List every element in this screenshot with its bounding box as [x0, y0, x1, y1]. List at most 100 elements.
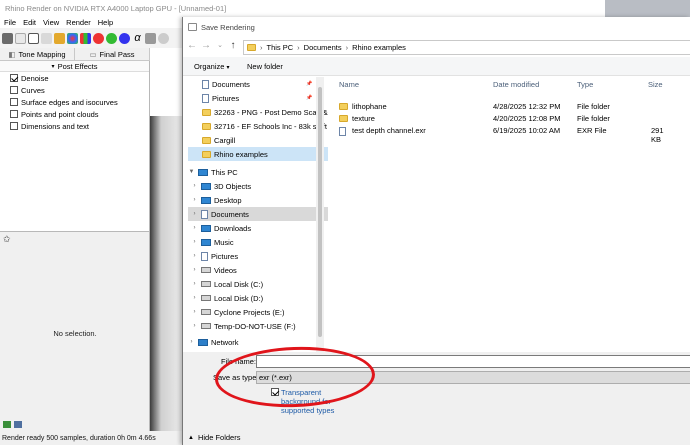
sphere-icon[interactable] — [158, 32, 169, 44]
quick-access-item[interactable]: Cargill — [188, 133, 328, 147]
this-pc-item[interactable]: › Downloads — [188, 221, 328, 235]
new-folder-button[interactable]: New folder — [247, 62, 283, 71]
post-effect-checkbox[interactable] — [10, 74, 18, 82]
this-pc-item[interactable]: › Cyclone Projects (E:) — [188, 305, 328, 319]
screen: Rhino Render on NVIDIA RTX A4000 Laptop … — [0, 0, 690, 445]
column-date-modified[interactable]: Date modified — [493, 80, 539, 89]
tab-label: Tone Mapping — [18, 49, 66, 59]
quick-access-item[interactable]: 32716 - EF Schools Inc - 83k sq ft — [188, 119, 328, 133]
rgb-channels-icon[interactable] — [67, 32, 78, 44]
copy-icon[interactable] — [15, 32, 26, 44]
color-channels-icon[interactable] — [80, 32, 91, 44]
post-effect-label: Denoise — [21, 73, 49, 83]
address-breadcrumb[interactable]: › This PC › Documents › Rhino examples — [243, 40, 690, 55]
green-channel-icon[interactable] — [106, 32, 117, 44]
add-effect-icon[interactable] — [3, 421, 11, 428]
rhino-status-bar: Render ready 500 samples, duration 0h 0m… — [0, 431, 182, 445]
file-row[interactable]: texture 4/20/2025 12:08 PM File folder — [333, 113, 690, 125]
this-pc-item[interactable]: › 3D Objects — [188, 179, 328, 193]
post-effect-item[interactable]: Surface edges and isocurves — [0, 96, 149, 108]
pin-star-icon[interactable]: ✩ — [3, 234, 11, 245]
breadcrumb-rhino-examples[interactable]: Rhino examples — [352, 43, 406, 52]
post-effect-item[interactable]: Dimensions and text — [0, 120, 149, 132]
nav-label: Desktop — [214, 195, 242, 205]
chevron-right-icon[interactable]: › — [191, 295, 198, 301]
recent-dropdown-icon[interactable]: ⌄ — [214, 41, 226, 49]
alpha-channel-icon[interactable]: α — [132, 32, 143, 44]
forward-arrow-icon[interactable]: → — [200, 40, 212, 51]
chevron-right-icon[interactable]: › — [191, 253, 198, 259]
file-row[interactable]: lithophane 4/28/2025 12:32 PM File folder — [333, 101, 690, 113]
chevron-right-icon[interactable]: › — [191, 197, 198, 203]
pin-icon[interactable]: 📌 — [306, 95, 312, 101]
post-effect-item[interactable]: Denoise — [0, 72, 149, 84]
chevron-right-icon[interactable]: › — [191, 239, 198, 245]
chevron-right-icon[interactable]: › — [191, 183, 198, 189]
chevron-right-icon[interactable]: › — [191, 211, 198, 217]
this-pc-item[interactable]: › Documents — [188, 207, 328, 221]
menu-render[interactable]: Render — [66, 18, 91, 27]
quick-access-item[interactable]: 32263 - PNG - Post Demo Scan & — [188, 105, 328, 119]
menu-help[interactable]: Help — [98, 18, 113, 27]
post-effect-checkbox[interactable] — [10, 98, 18, 106]
save-effects-icon[interactable] — [14, 421, 22, 428]
menu-file[interactable]: File — [4, 18, 16, 27]
breadcrumb-this-pc[interactable]: This PC — [267, 43, 294, 52]
this-pc-item[interactable]: › Temp-DO-NOT-USE (F:) — [188, 319, 328, 333]
chevron-right-icon[interactable]: › — [191, 281, 198, 287]
blue-channel-icon[interactable] — [119, 32, 130, 44]
rhino-toolbar: α — [0, 28, 182, 48]
column-type[interactable]: Type — [577, 80, 593, 89]
post-effect-checkbox[interactable] — [10, 86, 18, 94]
save-image-icon[interactable] — [2, 32, 13, 44]
this-pc-item[interactable]: › Music — [188, 235, 328, 249]
desktop-icon — [201, 196, 211, 204]
this-pc-item[interactable]: › Pictures — [188, 249, 328, 263]
folder-icon — [202, 108, 211, 116]
post-effect-label: Curves — [21, 85, 45, 95]
chevron-right-icon[interactable]: › — [191, 267, 198, 273]
post-effect-checkbox[interactable] — [10, 122, 18, 130]
zoom-icon[interactable] — [41, 32, 52, 44]
post-effects-header[interactable]: ▾ Post Effects — [0, 61, 149, 72]
chevron-up-icon: ▲ — [188, 434, 194, 441]
chevron-right-icon[interactable]: › — [191, 309, 198, 315]
breadcrumb-documents[interactable]: Documents — [304, 43, 342, 52]
this-pc-item[interactable]: › Local Disk (C:) — [188, 277, 328, 291]
folder-icon — [202, 150, 211, 158]
depth-channel-icon[interactable] — [145, 32, 156, 44]
chevron-right-icon[interactable]: › — [191, 323, 198, 329]
quick-access-item[interactable]: Documents 📌 — [188, 77, 328, 91]
pictures-icon — [201, 251, 208, 261]
chevron-right-icon[interactable]: › — [191, 225, 198, 231]
rhino-menu-bar: File Edit View Render Help — [0, 17, 182, 28]
tab-tone-mapping[interactable]: ◧ Tone Mapping — [0, 47, 75, 61]
nav-item-this-pc[interactable]: ▼ This PC — [188, 165, 328, 179]
red-channel-icon[interactable] — [93, 32, 104, 44]
menu-view[interactable]: View — [43, 18, 59, 27]
this-pc-item[interactable]: › Desktop — [188, 193, 328, 207]
pin-icon[interactable]: 📌 — [306, 81, 312, 87]
post-effect-item[interactable]: Points and point clouds — [0, 108, 149, 120]
organize-button[interactable]: Organize ▾ — [194, 62, 230, 71]
chevron-right-icon: › — [260, 43, 263, 52]
frame-icon[interactable] — [28, 32, 39, 44]
nav-label: Documents — [211, 209, 249, 219]
file-row[interactable]: test depth channel.exr 6/19/2025 10:02 AM… — [333, 125, 690, 144]
column-name[interactable]: Name — [339, 80, 359, 89]
this-pc-item[interactable]: › Local Disk (D:) — [188, 291, 328, 305]
up-arrow-icon[interactable]: ↑ — [227, 40, 239, 51]
quick-access-item[interactable]: Rhino examples — [188, 147, 328, 161]
back-arrow-icon[interactable]: ← — [186, 40, 198, 51]
quick-access-item[interactable]: Pictures 📌 — [188, 91, 328, 105]
post-effect-checkbox[interactable] — [10, 110, 18, 118]
hide-folders-toggle[interactable]: ▲ Hide Folders — [183, 430, 690, 445]
navigation-scrollbar-thumb[interactable] — [318, 87, 322, 337]
column-size[interactable]: Size — [648, 80, 663, 89]
this-pc-item[interactable]: › Videos — [188, 263, 328, 277]
menu-edit[interactable]: Edit — [23, 18, 36, 27]
exr-file-icon — [339, 127, 346, 136]
lock-icon[interactable] — [54, 32, 65, 44]
tab-final-pass[interactable]: ▭ Final Pass — [75, 47, 150, 61]
post-effect-item[interactable]: Curves — [0, 84, 149, 96]
